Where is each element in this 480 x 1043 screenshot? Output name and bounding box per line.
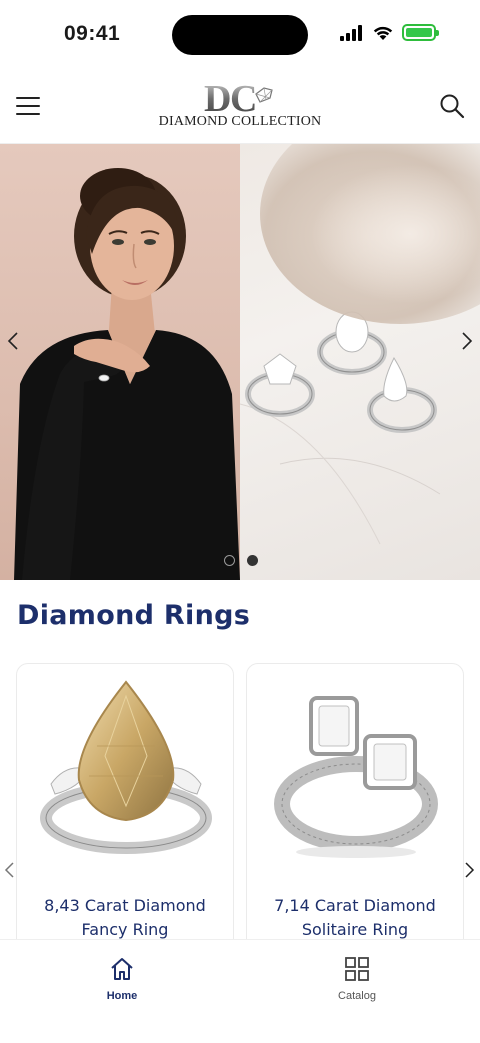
tab-catalog[interactable]: Catalog (297, 956, 417, 1004)
model-illustration (14, 168, 240, 580)
tab-home-label: Home (106, 990, 138, 1002)
chevron-left-icon[interactable] (2, 329, 26, 353)
yellow-pear-diamond-ring-image (40, 680, 212, 854)
tab-home[interactable]: Home (62, 956, 182, 1004)
home-icon (111, 958, 133, 980)
product-card[interactable]: 7,14 Carat Diamond Solitaire Ring (246, 663, 464, 963)
cellular-signal-icon (340, 24, 362, 41)
section-title: Diamond Rings (17, 600, 251, 631)
wifi-icon (373, 26, 393, 40)
status-time: 09:41 (64, 22, 121, 45)
svg-text:D: D (204, 80, 231, 114)
search-icon[interactable] (438, 92, 466, 120)
product-carousel[interactable]: 8,43 Carat Diamond Fancy Ring 7,14 Carat… (0, 663, 480, 963)
chevron-left-icon[interactable] (0, 860, 20, 880)
chevron-right-icon[interactable] (459, 860, 479, 880)
dynamic-island (172, 15, 308, 55)
product-name: 7,14 Carat Diamond Solitaire Ring (274, 896, 436, 939)
svg-text:C: C (230, 80, 257, 114)
logo-text: DIAMOND COLLECTION (158, 114, 322, 129)
model-photo (0, 144, 240, 580)
product-card[interactable]: 8,43 Carat Diamond Fancy Ring (16, 663, 234, 963)
carousel-dot-2[interactable] (247, 555, 258, 566)
diamond-monogram-icon: D C (204, 80, 273, 114)
battery-charging-icon (402, 24, 439, 41)
rings-photo (240, 144, 480, 580)
app-header: D C DIAMOND COLLECTION (0, 70, 480, 144)
tab-catalog-label: Catalog (338, 990, 376, 1002)
bottom-tab-bar: Home Catalog (0, 939, 480, 1043)
status-bar: 09:41 (0, 0, 480, 70)
chevron-right-icon[interactable] (454, 329, 478, 353)
hamburger-menu-icon[interactable] (16, 94, 40, 118)
brand-logo[interactable]: D C DIAMOND COLLECTION (155, 80, 325, 136)
hero-carousel[interactable] (0, 144, 480, 580)
status-icons (340, 24, 439, 41)
carousel-dot-1[interactable] (224, 555, 235, 566)
product-name: 8,43 Carat Diamond Fancy Ring (44, 896, 206, 939)
carousel-dots (224, 555, 258, 566)
toi-et-moi-diamond-ring-image (274, 696, 438, 858)
grid-icon (345, 957, 369, 981)
